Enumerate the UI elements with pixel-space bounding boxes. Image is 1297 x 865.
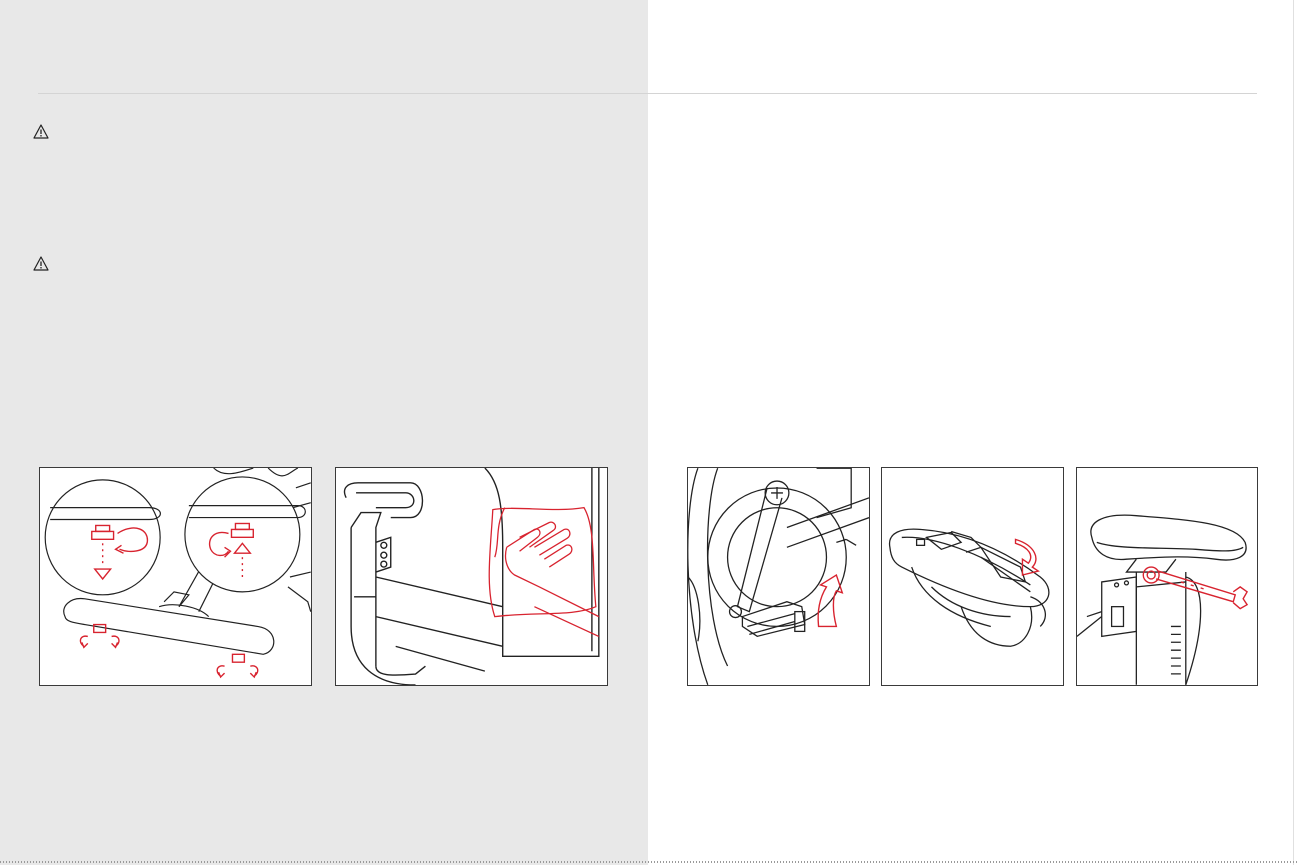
header-rule — [38, 93, 1257, 94]
seat-bolt-wrench-illustration — [1076, 467, 1258, 686]
page-bottom-border — [0, 861, 1297, 863]
pedal-tighten-illustration — [687, 467, 870, 686]
wrench-icon — [1077, 514, 1249, 685]
cloth-wipe-icon — [343, 468, 600, 685]
pedal-rotate-icon — [688, 468, 869, 685]
page-edge — [1293, 0, 1294, 865]
saddle-clean-illustration — [881, 467, 1064, 686]
warning-triangle-icon — [33, 256, 49, 271]
wipe-screen-illustration — [335, 467, 608, 686]
leveling-foot-adjust-icon — [44, 468, 311, 679]
right-page — [648, 0, 1297, 865]
saddle-wipe-icon — [888, 528, 1050, 647]
warning-triangle-icon — [33, 124, 49, 139]
left-page — [0, 0, 648, 865]
leveling-feet-illustration — [39, 467, 312, 686]
